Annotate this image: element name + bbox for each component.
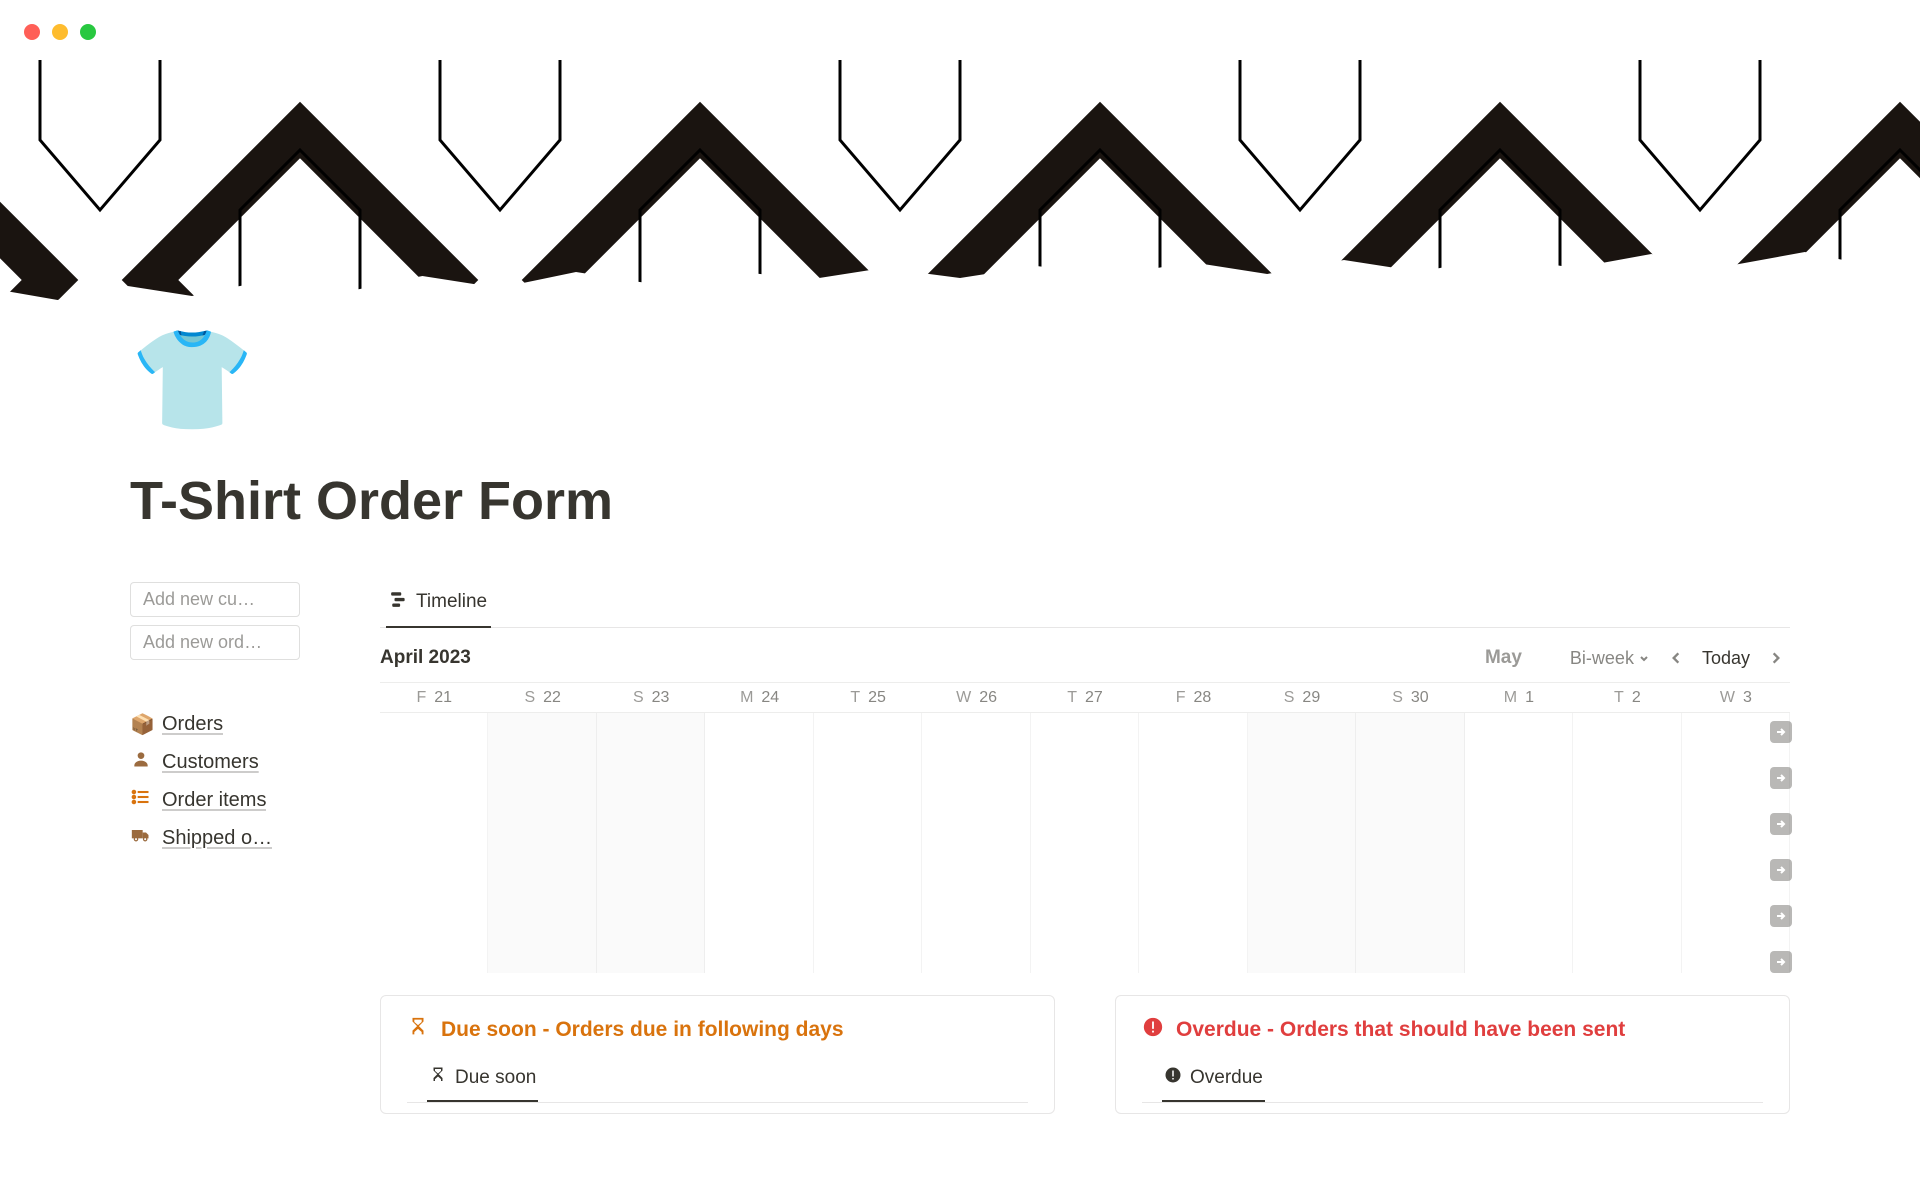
timeline-day-header: F21 bbox=[380, 683, 488, 712]
nav-label: Shipped o… bbox=[162, 827, 272, 850]
timeline-icon bbox=[390, 590, 408, 614]
list-icon bbox=[130, 787, 152, 813]
timeline-day-column[interactable] bbox=[1031, 713, 1139, 973]
overdue-card: Overdue - Orders that should have been s… bbox=[1115, 995, 1790, 1114]
timeline-day-column[interactable] bbox=[1465, 713, 1573, 973]
view-tab-label: Timeline bbox=[416, 591, 487, 613]
chevron-down-icon bbox=[1638, 648, 1650, 669]
hourglass-icon bbox=[429, 1066, 447, 1090]
page-cover bbox=[0, 0, 1920, 380]
timeline-day-header: S22 bbox=[488, 683, 596, 712]
nav-link-shipped-orders[interactable]: Shipped o… bbox=[130, 819, 320, 857]
close-window-button[interactable] bbox=[24, 24, 40, 40]
overdue-view-tab[interactable]: Overdue bbox=[1162, 1062, 1265, 1102]
timeline-row-scroll-right[interactable] bbox=[1770, 951, 1792, 973]
sidebar-column: Add new cu… Add new ord… 📦 Orders Custom… bbox=[130, 582, 320, 1114]
overdue-heading: Overdue - Orders that should have been s… bbox=[1142, 1016, 1763, 1044]
timeline-header: April 2023 May Bi-week Today bbox=[380, 628, 1790, 682]
timeline-day-header: T27 bbox=[1031, 683, 1139, 712]
page-title[interactable]: T-Shirt Order Form bbox=[130, 470, 1790, 532]
timeline-day-column[interactable] bbox=[488, 713, 596, 973]
nav-label: Customers bbox=[162, 751, 259, 774]
minimize-window-button[interactable] bbox=[52, 24, 68, 40]
package-icon: 📦 bbox=[130, 712, 152, 737]
add-new-customer-button[interactable]: Add new cu… bbox=[130, 582, 300, 617]
hourglass-icon bbox=[407, 1016, 429, 1044]
timeline-row-scroll-right[interactable] bbox=[1770, 721, 1792, 743]
due-soon-card: Due soon - Orders due in following days … bbox=[380, 995, 1055, 1114]
person-icon bbox=[130, 749, 152, 775]
timeline-body[interactable] bbox=[380, 713, 1790, 973]
page-icon[interactable]: 👕 bbox=[130, 330, 255, 430]
alert-icon bbox=[1164, 1066, 1182, 1090]
timeline-row-scroll-right[interactable] bbox=[1770, 813, 1792, 835]
timeline-today-button[interactable]: Today bbox=[1694, 646, 1758, 671]
timeline-day-header: W26 bbox=[922, 683, 1030, 712]
nav-label: Orders bbox=[162, 713, 223, 736]
timeline-day-header: W3 bbox=[1682, 683, 1790, 712]
window-traffic-lights bbox=[24, 24, 96, 40]
nav-link-order-items[interactable]: Order items bbox=[130, 781, 320, 819]
timeline-day-header: S23 bbox=[597, 683, 705, 712]
timeline-day-column[interactable] bbox=[597, 713, 705, 973]
timeline-scale-select[interactable]: Bi-week bbox=[1562, 646, 1658, 671]
alert-icon bbox=[1142, 1016, 1164, 1044]
timeline-day-header: T25 bbox=[814, 683, 922, 712]
view-tab-timeline[interactable]: Timeline bbox=[386, 582, 491, 628]
truck-icon bbox=[130, 825, 152, 851]
timeline-day-column[interactable] bbox=[1139, 713, 1247, 973]
add-new-order-button[interactable]: Add new ord… bbox=[130, 625, 300, 660]
timeline-day-header: F28 bbox=[1139, 683, 1247, 712]
due-soon-view-tab[interactable]: Due soon bbox=[427, 1062, 538, 1102]
timeline-day-column[interactable] bbox=[922, 713, 1030, 973]
timeline-prev-button[interactable] bbox=[1662, 644, 1690, 672]
timeline-day-column[interactable] bbox=[705, 713, 813, 973]
due-soon-heading: Due soon - Orders due in following days bbox=[407, 1016, 1028, 1044]
timeline-day-header: S30 bbox=[1356, 683, 1464, 712]
timeline-row-scroll-right[interactable] bbox=[1770, 767, 1792, 789]
timeline-day-column[interactable] bbox=[380, 713, 488, 973]
timeline-row-scroll-right[interactable] bbox=[1770, 905, 1792, 927]
timeline-grid: F21S22S23M24T25W26T27F28S29S30M1T2W3 bbox=[380, 682, 1790, 973]
timeline-month-secondary: May bbox=[1485, 647, 1522, 669]
timeline-day-column[interactable] bbox=[1356, 713, 1464, 973]
timeline-day-header: T2 bbox=[1573, 683, 1681, 712]
nav-link-customers[interactable]: Customers bbox=[130, 743, 320, 781]
timeline-row-scroll-right[interactable] bbox=[1770, 859, 1792, 881]
timeline-day-column[interactable] bbox=[814, 713, 922, 973]
database-view-tabs: Timeline bbox=[380, 582, 1790, 628]
timeline-month-primary: April 2023 bbox=[380, 647, 471, 669]
timeline-day-header: M24 bbox=[705, 683, 813, 712]
timeline-day-header: S29 bbox=[1248, 683, 1356, 712]
timeline-day-column[interactable] bbox=[1573, 713, 1681, 973]
maximize-window-button[interactable] bbox=[80, 24, 96, 40]
timeline-day-column[interactable] bbox=[1248, 713, 1356, 973]
timeline-day-header: M1 bbox=[1465, 683, 1573, 712]
nav-label: Order items bbox=[162, 789, 266, 812]
timeline-next-button[interactable] bbox=[1762, 644, 1790, 672]
nav-link-orders[interactable]: 📦 Orders bbox=[130, 706, 320, 743]
